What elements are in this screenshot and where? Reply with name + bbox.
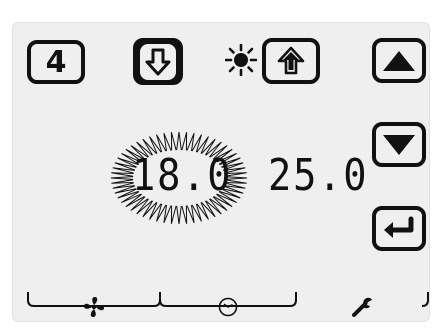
flash-ray xyxy=(176,131,182,151)
enter-arrow-icon xyxy=(384,216,414,238)
sun-icon xyxy=(225,44,257,76)
heat-mode-button[interactable] xyxy=(133,38,183,85)
cool-mode-button[interactable] xyxy=(262,38,320,84)
tab-wrench[interactable] xyxy=(296,292,428,322)
secondary-setpoint-value: 25.0 xyxy=(268,150,369,201)
flash-ray xyxy=(170,205,177,224)
heat-mode-inner xyxy=(140,43,176,80)
flash-ray xyxy=(176,205,182,225)
flash-ray xyxy=(110,176,134,180)
tab-clock[interactable] xyxy=(160,292,296,322)
zone-number-label: 4 xyxy=(45,44,67,80)
clock-icon xyxy=(218,297,238,317)
wrench-icon xyxy=(352,297,372,317)
enter-button[interactable] xyxy=(372,206,426,251)
flash-ray xyxy=(170,132,177,151)
tab-fan[interactable] xyxy=(28,292,160,322)
up-arrow-icon xyxy=(277,46,305,75)
active-setpoint-value: 18.0 xyxy=(132,150,233,201)
triangle-up-icon xyxy=(383,50,415,71)
bottom-tab-bar xyxy=(12,292,430,322)
zone-number-button[interactable]: 4 xyxy=(27,40,85,84)
flash-ray xyxy=(111,179,134,184)
up-button[interactable] xyxy=(372,38,426,83)
fan-icon xyxy=(84,297,104,317)
active-setpoint[interactable]: 18.0 xyxy=(108,130,250,226)
down-button[interactable] xyxy=(372,122,426,167)
down-arrow-icon xyxy=(145,48,171,75)
flash-ray xyxy=(181,205,188,224)
triangle-down-icon xyxy=(383,134,415,155)
flash-ray xyxy=(181,132,188,151)
flash-ray xyxy=(111,172,134,177)
